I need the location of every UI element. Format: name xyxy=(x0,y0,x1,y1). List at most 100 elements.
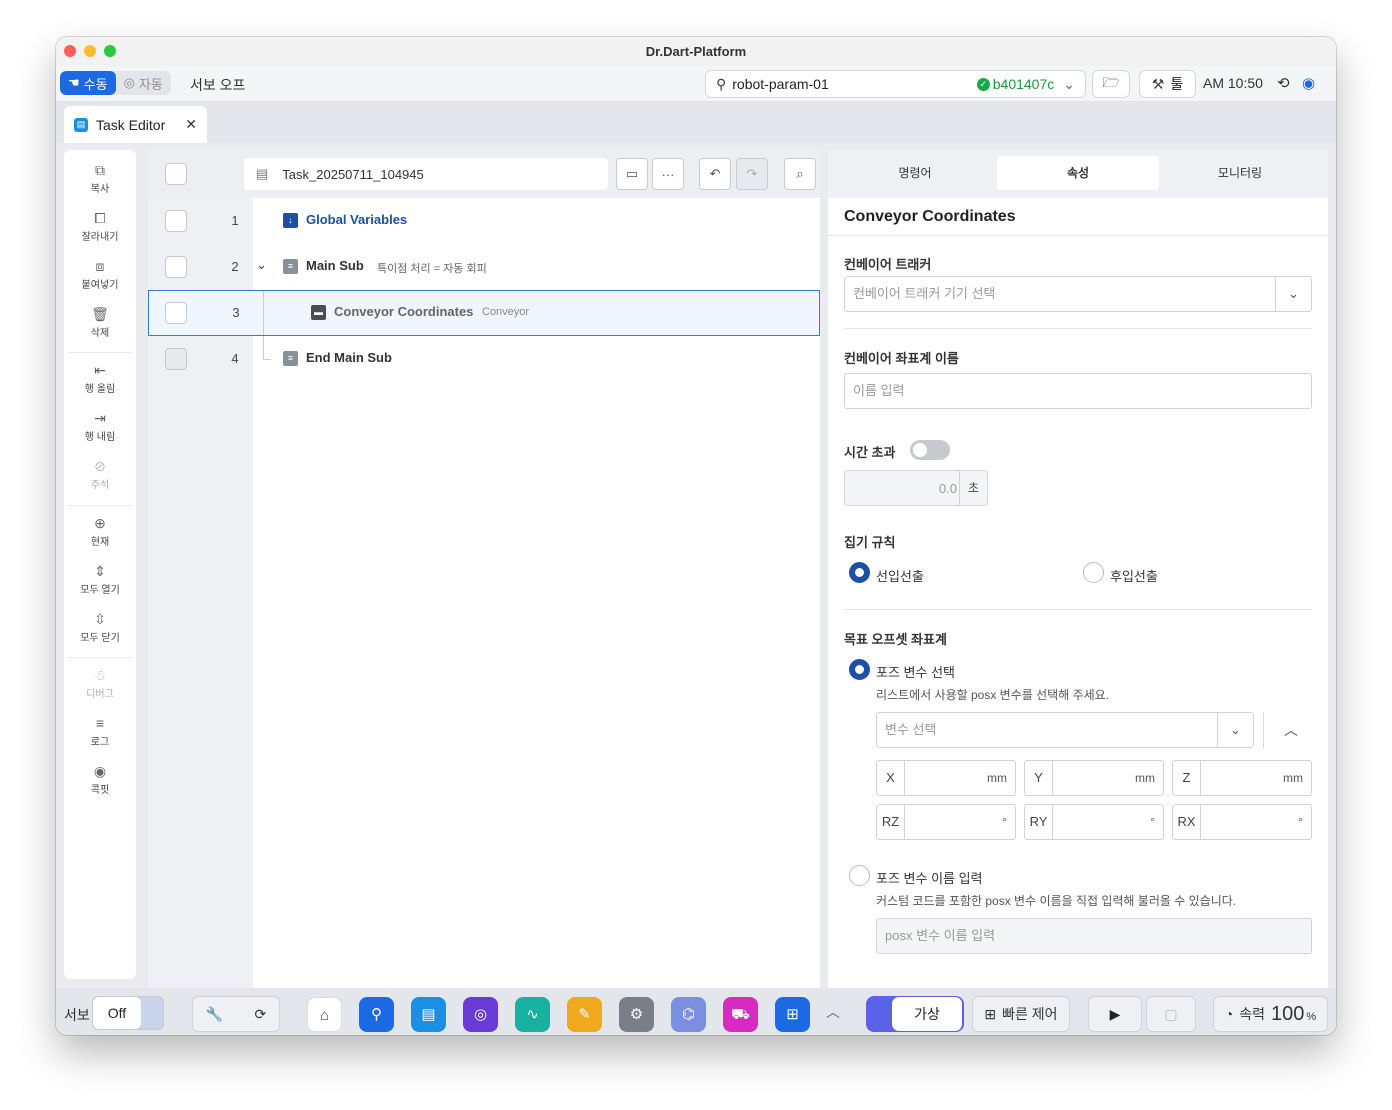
home-app-icon[interactable]: ⌂ xyxy=(307,997,342,1032)
timeout-toggle[interactable] xyxy=(910,440,950,460)
select-all-checkbox[interactable] xyxy=(165,163,187,185)
auto-mode-button[interactable]: ◎ 자동 xyxy=(116,71,171,95)
chevron-up-icon[interactable]: ︿ xyxy=(1284,720,1298,740)
clock: AM 10:50 xyxy=(1203,75,1263,91)
timeout-label: 시간 초과 xyxy=(844,445,896,460)
outdent-button[interactable]: ⇥ 행 내림 xyxy=(64,408,136,443)
store-app-icon[interactable]: ⛟ xyxy=(723,997,758,1032)
delete-button[interactable]: 🗑 삭제 xyxy=(64,304,136,339)
task-editor-app-icon[interactable]: ▤ xyxy=(411,997,446,1032)
pose-var-select-radio[interactable] xyxy=(849,659,870,680)
copy-button[interactable]: ⧉ 복사 xyxy=(64,160,136,195)
row-checkbox[interactable] xyxy=(165,302,187,324)
tab-monitoring[interactable]: 모니터링 xyxy=(1159,156,1321,190)
paste-button[interactable]: ⧈ 붙여넣기 xyxy=(64,256,136,291)
network-icon[interactable]: ⟲ xyxy=(1277,74,1290,92)
zoom-window-button[interactable] xyxy=(104,45,116,57)
tool-button[interactable]: ⚒ 툴 xyxy=(1139,70,1196,98)
task-row[interactable]: 1 ↓ Global Variables xyxy=(148,198,820,244)
task-row[interactable]: 4 ≡ End Main Sub xyxy=(148,336,820,382)
top-bar: ☚ 수동 ◎ 자동 서보 오프 ⚲ robot-param-01 ✓ b401407… xyxy=(56,66,1336,102)
row-number: 1 xyxy=(231,213,239,228)
fifo-radio[interactable] xyxy=(849,562,870,583)
tools-group: 🔧 ⟳ xyxy=(192,996,280,1032)
minimize-window-button[interactable] xyxy=(84,45,96,57)
virtual-mode-switch[interactable]: 가상 xyxy=(866,996,964,1032)
lifo-radio[interactable] xyxy=(1083,562,1104,583)
pose-var-name-input[interactable]: posx 변수 이름 입력 xyxy=(876,918,1312,954)
remote-app-icon[interactable]: ⌬ xyxy=(671,997,706,1032)
tab-bar: ▤ Task Editor ✕ xyxy=(56,102,1336,143)
pose-var-select-help: 리스트에서 사용할 posx 변수를 선택해 주세요. xyxy=(876,688,1110,702)
manual-mode-button[interactable]: ☚ 수동 xyxy=(60,71,116,95)
cut-button[interactable]: ⧠ 잘라내기 xyxy=(64,208,136,243)
indent-icon: ⇤ xyxy=(94,362,106,378)
coord-name-input[interactable]: 이름 입력 xyxy=(844,373,1312,409)
open-folder-button[interactable]: 🗁 xyxy=(1092,70,1130,98)
expand-all-button[interactable]: ⇕ 모두 열기 xyxy=(64,561,136,596)
sync-icon[interactable]: ◉ xyxy=(1302,74,1315,92)
row-checkbox[interactable] xyxy=(165,348,187,370)
quick-control-button[interactable]: ⊞ 빠른 제어 xyxy=(972,996,1070,1032)
row-checkbox[interactable] xyxy=(165,210,187,232)
save-button[interactable]: ▭ xyxy=(616,158,648,190)
tab-task-editor[interactable]: ▤ Task Editor ✕ xyxy=(64,106,207,143)
stop-button[interactable]: ▢ xyxy=(1146,996,1196,1032)
row-checkbox[interactable] xyxy=(165,256,187,278)
play-button[interactable]: ▶ xyxy=(1088,996,1142,1032)
chevron-down-icon[interactable]: ⌄ xyxy=(256,257,267,273)
settings-app-icon[interactable]: ⚙ xyxy=(619,997,654,1032)
close-icon[interactable]: ✕ xyxy=(185,116,197,133)
undo-button[interactable]: ↶ xyxy=(699,158,731,190)
wrench-icon[interactable]: 🔧 xyxy=(206,1006,223,1023)
pose-var-input-radio[interactable] xyxy=(849,865,870,886)
divider xyxy=(828,235,1328,236)
window-title: Dr.Dart-Platform xyxy=(645,44,747,59)
debug-button[interactable]: ☃ 디버그 xyxy=(64,665,136,700)
file-icon: ▤ xyxy=(256,166,269,181)
jog-app-icon[interactable]: ◎ xyxy=(463,997,498,1032)
monitor-app-icon[interactable]: ∿ xyxy=(515,997,550,1032)
robot-selector[interactable]: ⚲ robot-param-01 ✓ b401407c ⌄ xyxy=(705,70,1086,98)
task-row-selected[interactable]: 3 ▬ Conveyor Coordinates Conveyor xyxy=(148,290,820,336)
indent-button[interactable]: ⇤ 행 올림 xyxy=(64,360,136,395)
timeout-input[interactable]: 0.0 초 xyxy=(844,470,988,506)
notes-app-icon[interactable]: ✎ xyxy=(567,997,602,1032)
coord-rz-field[interactable]: RZ ° xyxy=(876,804,1016,840)
coord-rx-field[interactable]: RX ° xyxy=(1172,804,1312,840)
robot-app-icon[interactable]: ⚲ xyxy=(359,997,394,1032)
file-name-field[interactable]: ▤ Task_20250711_104945 xyxy=(244,158,608,190)
tracker-select[interactable]: 컨베이어 트래커 기기 선택 ⌄ xyxy=(844,276,1312,312)
coord-x-field[interactable]: Xmm xyxy=(876,760,1016,796)
tab-commands[interactable]: 명령어 xyxy=(834,156,996,190)
coord-ry-field[interactable]: RY ° xyxy=(1024,804,1164,840)
variable-select[interactable]: 변수 선택 ⌄ xyxy=(876,712,1254,748)
row-label: Main Sub xyxy=(306,258,364,273)
log-button[interactable]: ≡ 로그 xyxy=(64,713,136,748)
more-button[interactable]: ··· xyxy=(652,158,684,190)
row-label: Global Variables xyxy=(306,212,408,227)
coord-z-field[interactable]: Zmm xyxy=(1172,760,1312,796)
servo-switch[interactable]: Off xyxy=(92,996,164,1030)
apps-grid-icon[interactable]: ⊞ xyxy=(775,997,810,1032)
search-button[interactable]: ⌕ xyxy=(784,158,816,190)
divider xyxy=(68,352,132,353)
chevron-up-icon[interactable]: ︿ xyxy=(826,1002,840,1022)
robot-arm-icon: ⚲ xyxy=(716,75,727,92)
redo-button[interactable]: ↷ xyxy=(736,158,768,190)
comment-button[interactable]: ⊘ 주석 xyxy=(64,456,136,491)
collapse-all-button[interactable]: ⇳ 모두 닫기 xyxy=(64,609,136,644)
current-button[interactable]: ⊕ 현재 xyxy=(64,513,136,548)
coord-y-field[interactable]: Ymm xyxy=(1024,760,1164,796)
cockpit-icon: ◉ xyxy=(93,763,107,779)
title-bar: Dr.Dart-Platform xyxy=(56,37,1336,66)
task-row[interactable]: 2 ⌄ ≡ Main Sub 특이점 처리 = 자동 회피 xyxy=(148,244,820,290)
hand-icon: ☚ xyxy=(68,75,80,90)
reset-icon[interactable]: ⟳ xyxy=(255,1006,267,1023)
row-number: 3 xyxy=(232,305,240,320)
paste-icon: ⧈ xyxy=(95,258,105,274)
speed-control[interactable]: ◔ 속력 100 % xyxy=(1213,996,1328,1032)
cockpit-button[interactable]: ◉ 콕핏 xyxy=(64,761,136,796)
close-window-button[interactable] xyxy=(64,45,76,57)
tab-properties[interactable]: 속성 xyxy=(997,156,1159,190)
